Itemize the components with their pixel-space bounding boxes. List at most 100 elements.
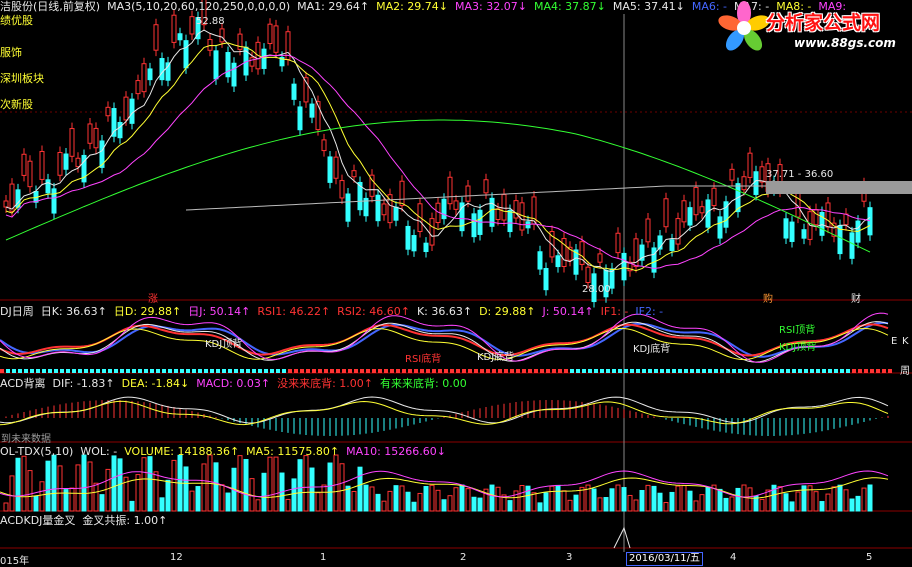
volume-bar [519, 485, 525, 512]
kdj-signal-bar [240, 369, 244, 373]
vol-item-1: WOL: - [80, 445, 118, 458]
kdj-signal-bar [606, 369, 610, 373]
candle-body [759, 166, 765, 183]
volume-bar [3, 502, 9, 512]
volume-bar [351, 490, 357, 512]
volume-bar [453, 487, 459, 512]
kdj-signal-bar [168, 369, 172, 373]
volume-bar [69, 487, 75, 512]
volume-bar [81, 454, 87, 512]
volume-bar [573, 494, 579, 512]
kdj-signal-bar [300, 369, 304, 373]
vol-item-0: OL-TDX(5,10) [0, 445, 74, 458]
volume-bar [537, 502, 543, 512]
candle-body [399, 180, 405, 206]
kdj-signal-bar [582, 369, 586, 373]
candle-body [663, 198, 669, 228]
candle-body [117, 121, 123, 139]
volume-bar [195, 486, 201, 512]
kdj-signal-bar [444, 369, 448, 373]
volume-bar [669, 491, 675, 512]
volume-bar [861, 487, 867, 512]
price-chart-canvas[interactable] [0, 0, 912, 564]
kdj-item-4: RSI1: 46.22↑ [257, 305, 331, 318]
candle-body [411, 235, 417, 252]
volume-bar [717, 488, 723, 512]
kdj-signal-bar [864, 369, 868, 373]
kdj-signal-bar [630, 369, 634, 373]
kdj-signal-bar [330, 369, 334, 373]
volume-bar [765, 489, 771, 512]
candle-body [93, 127, 99, 149]
kdj-signal-bar [66, 369, 70, 373]
volume-bar [387, 490, 393, 512]
candle-body [471, 213, 477, 238]
candle-body [327, 156, 333, 183]
cai-badge: 财 [851, 294, 861, 305]
xaxis-label-6: 4 [730, 552, 737, 563]
volume-bar [447, 495, 453, 512]
kdj-signal-bar [642, 369, 646, 373]
candle-body [753, 171, 759, 195]
kdj-signal-bar [690, 369, 694, 373]
volume-bar [867, 484, 873, 512]
kdj-signal-bar [114, 369, 118, 373]
kdj-signal-bar [678, 369, 682, 373]
kdj-signal-bar [36, 369, 40, 373]
volume-bar [303, 455, 309, 512]
candle-body [57, 151, 63, 176]
block-label-2[interactable]: 服饰 [0, 44, 22, 60]
candle-body [45, 179, 51, 194]
kdj-signal-bar [420, 369, 424, 373]
xaxis-label-2: 12 [170, 552, 183, 563]
volume-bar [243, 459, 249, 512]
volume-bar [555, 484, 561, 512]
candle-body [687, 207, 693, 226]
candle-body [273, 25, 279, 53]
kdj-signal-bar [78, 369, 82, 373]
volume-bar [471, 496, 477, 512]
candle-body [129, 98, 135, 124]
candle-body [351, 170, 357, 178]
candle-body [813, 209, 819, 226]
kdj-signal-bar [546, 369, 550, 373]
kdj-signal-bar [552, 369, 556, 373]
candle-body [261, 48, 267, 69]
candle-body [21, 153, 27, 176]
candle-body [39, 150, 45, 180]
kdj-signal-bar [618, 369, 622, 373]
xaxis-label-4: 2 [460, 552, 467, 563]
kdj-signal-bar [492, 369, 496, 373]
kdj-annotation-2: RSI底背 [405, 354, 442, 365]
kdj-signal-bar [234, 369, 238, 373]
candle-body [741, 176, 747, 191]
candle-body [393, 206, 399, 221]
candle-body [543, 268, 549, 291]
kdj-signal-bar [828, 369, 832, 373]
volume-bar [645, 484, 651, 512]
ma-item-4: MA4: 37.87↓ [533, 0, 606, 13]
volume-bar [579, 486, 585, 512]
kdj-signal-bar [462, 369, 466, 373]
kdj-signal-bar [786, 369, 790, 373]
candle-body [345, 193, 351, 222]
volume-bar [45, 460, 51, 512]
volume-bar [309, 467, 315, 512]
block-label-1[interactable]: 绩优股 [0, 12, 33, 28]
kdj-signal-bar [486, 369, 490, 373]
kdj-signal-bar [762, 369, 766, 373]
kdj-signal-bar [30, 369, 34, 373]
volume-bar [213, 462, 219, 512]
kdj-signal-bar [882, 369, 886, 373]
block-label-3[interactable]: 深圳板块 [0, 70, 44, 86]
block-label-4[interactable]: 次新股 [0, 96, 33, 112]
candle-body [339, 180, 345, 199]
kdj-signal-bar [846, 369, 850, 373]
volume-bar [813, 491, 819, 512]
kdj-signal-bar [822, 369, 826, 373]
kdj-signal-bar [558, 369, 562, 373]
xaxis-label-5: 3 [566, 552, 573, 563]
kdj-signal-bar [312, 369, 316, 373]
kdj-item-7: D: 29.88↑ [479, 305, 536, 318]
volume-bar [657, 492, 663, 512]
